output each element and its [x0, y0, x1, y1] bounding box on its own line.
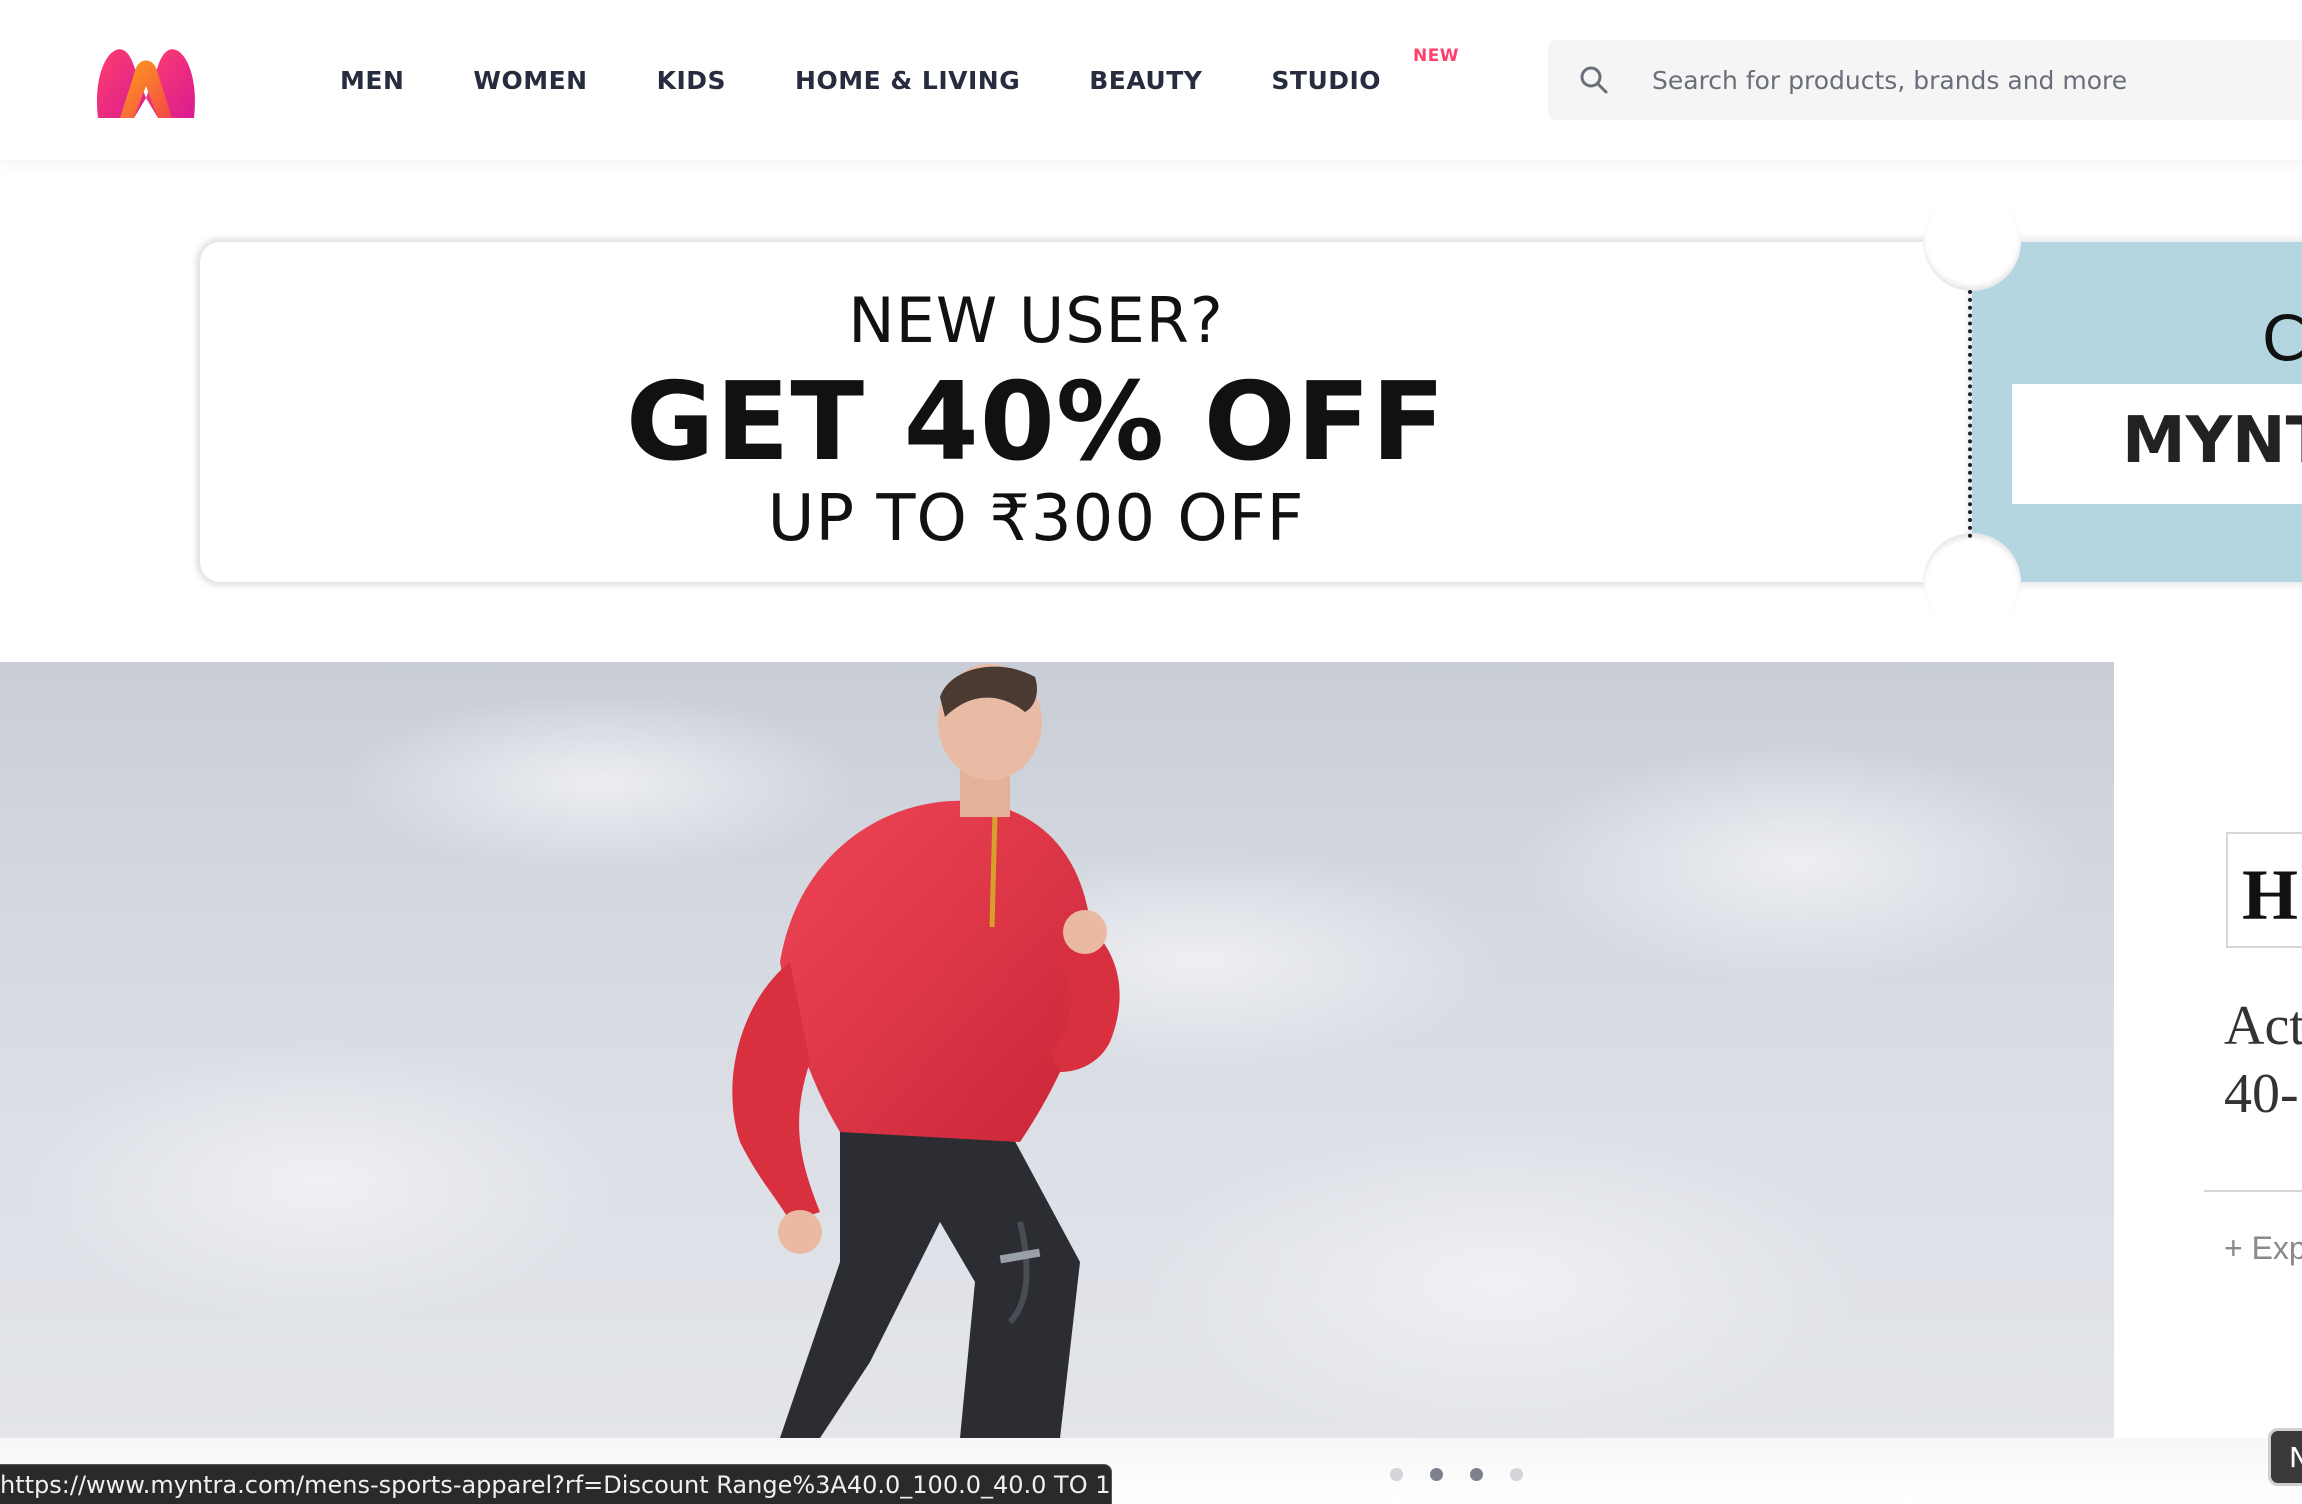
coupon-headline: NEW USER?	[848, 284, 1224, 357]
nav-label: KIDS	[656, 65, 727, 95]
corner-button-label: N	[2289, 1441, 2302, 1474]
nav-item-kids[interactable]: KIDS	[657, 66, 726, 95]
search-icon[interactable]	[1554, 40, 1634, 120]
nav-label: HOME & LIVING	[795, 65, 1021, 95]
coupon-code: MYNT	[2122, 404, 2302, 478]
search-input[interactable]	[1634, 40, 2302, 120]
runner-image	[20, 664, 2080, 1438]
side-divider	[2204, 1190, 2302, 1192]
new-user-coupon-banner[interactable]: C MYNT NEW USER? GET 40% OFF UP TO ₹300 …	[0, 160, 2302, 662]
slider-dot-3[interactable]	[1470, 1468, 1483, 1481]
myntra-logo-icon[interactable]	[94, 46, 198, 120]
brand-logo-box: H	[2226, 832, 2302, 948]
slider-dot-2[interactable]	[1430, 1468, 1443, 1481]
coupon-cap: UP TO ₹300 OFF	[767, 482, 1305, 556]
new-badge: NEW	[1412, 45, 1460, 66]
coupon-offer: GET 40% OFF	[625, 360, 1447, 485]
nav-label: STUDIO	[1271, 65, 1382, 95]
coupon-text: NEW USER? GET 40% OFF UP TO ₹300 OFF	[200, 242, 1872, 582]
browser-status-url: https://www.myntra.com/mens-sports-appar…	[0, 1464, 1112, 1504]
coupon-right-panel: C MYNT	[1972, 242, 2302, 582]
side-title-line1: Act	[2224, 995, 2302, 1057]
coupon-perforation	[1968, 290, 1972, 538]
coupon-notch-bottom	[1923, 533, 2021, 631]
nav-label: BEAUTY	[1089, 65, 1203, 95]
side-card-title: Act 40-	[2224, 992, 2302, 1128]
nav-item-studio[interactable]: STUDIO NEW	[1271, 46, 1458, 95]
slider-dots	[1390, 1468, 1523, 1481]
site-header: MEN WOMEN KIDS HOME & LIVING BEAUTY STUD…	[0, 0, 2302, 160]
nav-label: WOMEN	[473, 65, 588, 95]
nav-item-women[interactable]: WOMEN	[473, 66, 587, 95]
coupon-code-box: MYNT	[2012, 384, 2302, 504]
nav-item-home-living[interactable]: HOME & LIVING	[795, 66, 1020, 95]
coupon-right-text: C	[2262, 302, 2302, 375]
slider-dot-1[interactable]	[1390, 1468, 1403, 1481]
coupon-notch-top	[1923, 193, 2021, 291]
floating-corner-button[interactable]: N	[2268, 1428, 2302, 1486]
nav-item-men[interactable]: MEN	[340, 66, 404, 95]
side-title-line2: 40-	[2224, 1063, 2299, 1125]
explore-link[interactable]: + Exp	[2224, 1230, 2302, 1267]
slider-dot-4[interactable]	[1510, 1468, 1523, 1481]
hero-banner-slide[interactable]	[0, 662, 2114, 1438]
next-slide-card[interactable]: H Act 40- + Exp	[2114, 662, 2302, 1438]
brand-logo-text: H	[2242, 855, 2298, 935]
search-bar	[1548, 40, 2302, 120]
main-nav: MEN WOMEN KIDS HOME & LIVING BEAUTY STUD…	[340, 0, 1459, 160]
nav-item-beauty[interactable]: BEAUTY	[1089, 66, 1202, 95]
nav-label: MEN	[340, 65, 405, 95]
